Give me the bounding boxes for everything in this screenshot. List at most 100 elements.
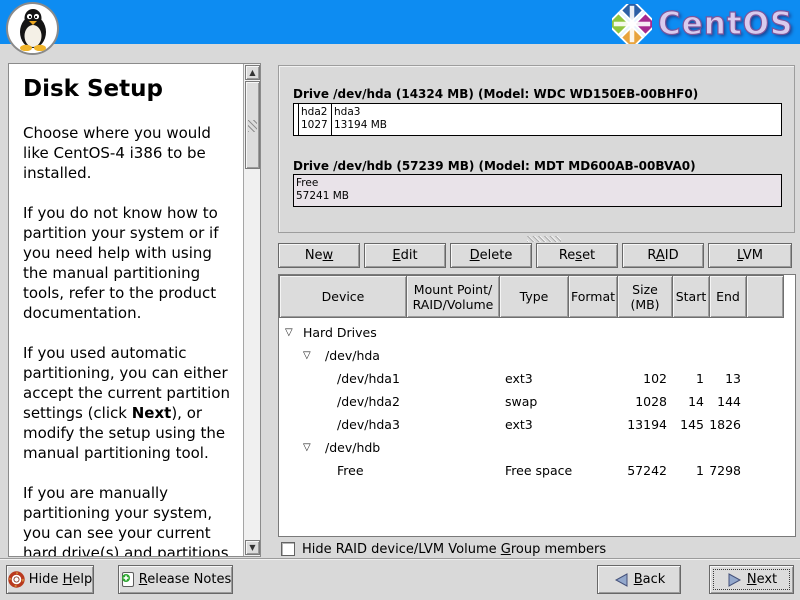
label-part: Re (559, 248, 575, 263)
label-part: roup members (511, 542, 606, 557)
cell-end: 7298 (705, 459, 741, 482)
label-part: Hide RAID device/LVM Volume (302, 542, 501, 557)
table-row[interactable]: /dev/hda2 swap 1028 14 144 (279, 390, 795, 413)
column-header-size[interactable]: Size (MB) (617, 275, 673, 318)
segment-size: 13194 MB (334, 119, 387, 131)
table-row[interactable]: Free Free space 57242 1 7298 (279, 459, 795, 482)
scroll-up-button[interactable]: ▲ (245, 65, 260, 80)
label-mnemonic: E (392, 248, 400, 263)
segment-size: 1027 M (301, 119, 332, 131)
table-row[interactable]: /dev/hda1 ext3 102 1 13 (279, 367, 795, 390)
label-mnemonic: w (323, 248, 334, 263)
table-row[interactable]: ▽ /dev/hda (279, 344, 795, 367)
drive-hdb-label: Drive /dev/hdb (57239 MB) (Model: MDT MD… (293, 159, 696, 173)
cell-end: 13 (705, 367, 741, 390)
partition-hda3-segment[interactable]: hda313194 MB (332, 104, 781, 135)
hide-help-button[interactable]: Hide Help (6, 565, 94, 594)
label-mnemonic: H (63, 572, 73, 587)
centos-pinwheel-icon (612, 4, 652, 44)
reset-button[interactable]: Reset (536, 243, 618, 268)
partition-table: Device Mount Point/ RAID/Volume Type For… (278, 274, 796, 537)
column-header-start[interactable]: Start (672, 275, 710, 318)
column-header-device[interactable]: Device (279, 275, 407, 318)
cell-end: 1826 (705, 413, 741, 436)
cell-type: Free space (505, 459, 572, 482)
label-part: ack (643, 572, 666, 587)
checkbox[interactable] (281, 542, 295, 556)
back-button[interactable]: Back (597, 565, 681, 594)
cell-start: 145 (674, 413, 704, 436)
label-mnemonic: G (501, 542, 511, 557)
label-mnemonic: R (139, 572, 147, 587)
label-mnemonic: A (656, 248, 665, 263)
label-part: elete (480, 248, 513, 263)
cell-size: 1028 (579, 390, 667, 413)
cell-device: /dev/hda2 (337, 390, 400, 413)
release-notes-button[interactable]: Release Notes (118, 565, 233, 594)
installer-window: CentOS Disk Setup Choose where you would… (0, 0, 800, 600)
help-paragraph: Choose where you would like CentOS-4 i38… (23, 123, 240, 183)
next-button[interactable]: Next (709, 565, 794, 594)
segment-size: 57241 MB (296, 190, 349, 202)
help-text: Disk Setup Choose where you would like C… (9, 64, 242, 556)
column-header-end[interactable]: End (709, 275, 747, 318)
partition-hda2-segment[interactable]: hda21027 M (299, 104, 332, 135)
drive-hdb-bar[interactable]: Free57241 MB (293, 174, 782, 207)
scrollbar-thumb[interactable] (245, 81, 260, 169)
help-scrollbar[interactable]: ▲ ▼ (243, 64, 260, 556)
drives-overview-panel: Drive /dev/hda (14324 MB) (Model: WDC WD… (278, 65, 795, 233)
new-button[interactable]: New (278, 243, 360, 268)
segment-name: Free (296, 177, 318, 189)
release-notes-icon (120, 571, 135, 588)
label-part: dit (401, 248, 418, 263)
label-mnemonic: D (470, 248, 480, 263)
cell-device: /dev/hda1 (337, 367, 400, 390)
life-ring-icon (8, 571, 25, 588)
scroll-down-button[interactable]: ▼ (245, 540, 260, 555)
footer-separator (0, 558, 800, 560)
label-mnemonic: N (747, 572, 757, 587)
label-part: Hide (29, 572, 63, 587)
scrollbar-grip (248, 120, 257, 132)
label-part: VM (743, 248, 763, 263)
pane-resize-grip[interactable] (527, 236, 561, 242)
back-arrow-icon (613, 572, 630, 588)
cell-device: Free (337, 459, 364, 482)
expander-icon[interactable]: ▽ (303, 344, 311, 367)
edit-button[interactable]: Edit (364, 243, 446, 268)
free-space-segment[interactable]: Free57241 MB (294, 175, 781, 206)
drive-hda-bar[interactable]: hda21027 M hda313194 MB (293, 103, 782, 136)
label-part: elp (72, 572, 92, 587)
hide-raid-lvm-checkbox-row[interactable]: Hide RAID device/LVM Volume Group member… (281, 540, 606, 558)
help-paragraph-bold: Next (132, 404, 172, 422)
product-name: CentOS (658, 6, 793, 42)
cell-device: /dev/hda3 (337, 413, 400, 436)
column-header-format[interactable]: Format (568, 275, 618, 318)
raid-button[interactable]: RAID (622, 243, 704, 268)
page-title: Disk Setup (23, 79, 240, 99)
expander-icon[interactable]: ▽ (303, 436, 311, 459)
segment-name: hda2 (301, 106, 327, 118)
label-part: Ne (305, 248, 323, 263)
table-row[interactable]: ▽ /dev/hdb (279, 436, 795, 459)
table-row[interactable]: ▽ Hard Drives (279, 321, 795, 344)
table-row[interactable]: /dev/hda3 ext3 13194 145 1826 (279, 413, 795, 436)
cell-type: ext3 (505, 413, 533, 436)
cell-device: /dev/hdb (325, 436, 380, 459)
label-part: ext (757, 572, 778, 587)
column-header-mount[interactable]: Mount Point/ RAID/Volume (406, 275, 500, 318)
column-header-type[interactable]: Type (499, 275, 569, 318)
cell-start: 14 (674, 390, 704, 413)
table-header-row: Device Mount Point/ RAID/Volume Type For… (279, 275, 795, 318)
expander-icon[interactable]: ▽ (285, 321, 293, 344)
cell-device: Hard Drives (303, 321, 377, 344)
cell-start: 1 (674, 459, 704, 482)
column-header-spacer (746, 275, 784, 318)
cell-size: 57242 (579, 459, 667, 482)
help-panel: Disk Setup Choose where you would like C… (8, 63, 261, 557)
cell-type: swap (505, 390, 537, 413)
delete-button[interactable]: Delete (450, 243, 532, 268)
centos-logo: CentOS (612, 3, 793, 45)
label-part: ID (665, 248, 679, 263)
lvm-button[interactable]: LVM (708, 243, 792, 268)
